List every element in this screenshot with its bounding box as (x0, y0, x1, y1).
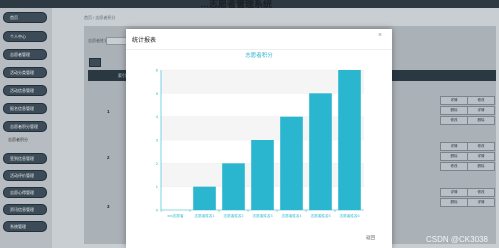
sidebar-item-news[interactable]: 资讯信息管理 (3, 204, 47, 215)
table-row-number: 3 (107, 204, 110, 209)
bar (338, 70, 361, 210)
bar (251, 140, 274, 210)
x-tick-label: 志愿者姓名1 (195, 213, 215, 218)
x-tick-label: 志愿者姓名2 (224, 213, 244, 218)
delete-button[interactable]: 删除 (467, 162, 495, 171)
search-label: 志愿者姓名 (88, 38, 108, 43)
chart-title: 志愿者积分 (245, 51, 273, 59)
breadcrumb-current: 志愿者积分 (95, 15, 116, 20)
sidebar-item-experience[interactable]: 志愿心得管理 (3, 187, 47, 198)
x-tick-label: 志愿者姓名6 (340, 213, 360, 218)
detail-button[interactable]: 详情 (467, 198, 495, 207)
modal-header: 统计报表 × (126, 29, 392, 50)
bar (222, 163, 245, 210)
detail-button[interactable]: 详情 (440, 142, 468, 151)
sidebar-item-profile[interactable]: 个人中心 (3, 31, 47, 42)
x-tick-label: 志愿者姓名5 (311, 213, 331, 218)
bar (280, 116, 303, 210)
watermark: CSDN @CK3038 (426, 235, 488, 244)
edit-button[interactable]: 修改 (440, 116, 468, 125)
modal-title: 统计报表 (132, 38, 157, 44)
sidebar-item-checkin[interactable]: 签到信息管理 (3, 153, 47, 164)
breadcrumb-home[interactable]: 首页 (84, 15, 92, 20)
close-icon[interactable]: × (378, 32, 382, 39)
table-row-number: 2 (107, 155, 110, 160)
detail-button[interactable]: 详情 (440, 188, 468, 197)
y-tick-label: 2 (156, 161, 159, 166)
sidebar-subitem-points[interactable]: 志愿者积分 (8, 137, 28, 143)
edit-button[interactable]: 修改 (467, 142, 495, 151)
add-button[interactable] (89, 58, 101, 67)
sidebar-item-activity-category[interactable]: 活动分类管理 (3, 67, 47, 78)
edit-button[interactable]: 修改 (440, 162, 468, 171)
y-tick-label: 0 (156, 208, 159, 213)
sidebar-item-volunteers[interactable]: 志愿者管理 (3, 49, 47, 60)
x-tick-label: 志愿者姓名4 (282, 213, 302, 218)
detail-button[interactable]: 详情 (467, 152, 495, 161)
delete-button[interactable]: 删除 (440, 152, 468, 161)
x-tick-label: xxx志愿者 (167, 213, 184, 218)
stats-modal: 统计报表 × 志愿者积分 0 1 2 3 4 5 6 xxx志愿者 志愿者姓名1 志愿者姓名2 志愿… (126, 29, 392, 248)
grid-band (161, 70, 364, 94)
grid-band (161, 116, 364, 140)
sidebar-item-signup-info[interactable]: 报名信息管理 (3, 103, 47, 114)
back-button[interactable]: 返回 (366, 235, 375, 241)
edit-button[interactable]: 修改 (467, 188, 495, 197)
delete-button[interactable]: 删除 (440, 106, 468, 115)
y-tick-label: 5 (156, 91, 159, 96)
delete-button[interactable]: 删除 (467, 116, 495, 125)
y-tick-label: 4 (156, 114, 159, 119)
sidebar-item-system[interactable]: 系统管理 (3, 221, 47, 232)
detail-button[interactable]: 详情 (440, 96, 468, 105)
table-header-index: 索引 (118, 73, 126, 78)
breadcrumb: 首页 / 志愿者积分 (84, 15, 115, 21)
detail-button[interactable]: 详情 (467, 106, 495, 115)
delete-button[interactable]: 删除 (440, 198, 468, 207)
sidebar-item-evaluation[interactable]: 活动评价管理 (3, 170, 47, 181)
table-row-number: 1 (107, 109, 110, 114)
edit-button[interactable]: 修改 (467, 96, 495, 105)
app-title: …志愿者管理系统 (200, 0, 273, 9)
y-tick-label: 1 (156, 184, 159, 189)
search-input[interactable] (106, 37, 128, 45)
sidebar-item-home[interactable]: 首页 (3, 12, 47, 23)
y-tick-label: 6 (156, 68, 159, 73)
bar (309, 93, 332, 210)
sidebar-item-activity-info[interactable]: 活动信息管理 (3, 85, 47, 96)
sidebar-item-points[interactable]: 志愿者积分管理 (3, 121, 47, 132)
bar (193, 186, 216, 210)
points-bar-chart: 志愿者积分 0 1 2 3 4 5 6 xxx志愿者 志愿者姓名1 志愿者姓名2 志愿者姓名3 志愿者… (156, 51, 364, 218)
x-tick-label: 志愿者姓名3 (253, 213, 273, 218)
y-tick-label: 3 (156, 138, 159, 143)
